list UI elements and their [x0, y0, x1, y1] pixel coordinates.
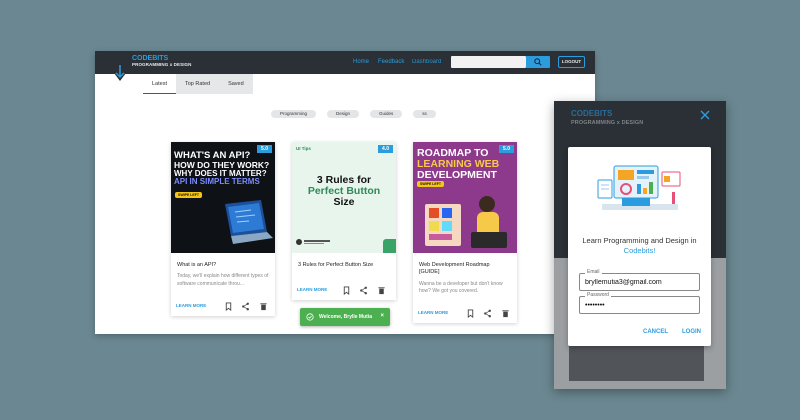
password-field: Password — [579, 292, 700, 314]
login-dialog: Learn Programming and Design in Codebits… — [568, 147, 711, 346]
dialog-heading-accent: Codebits! — [623, 246, 656, 256]
post-card[interactable]: 4.0 UI Tips 3 Rules for Perfect Button S… — [292, 142, 396, 300]
card-thumbnail[interactable]: 5.0 ROADMAP TO LEARNING WEB DEVELOPMENT … — [413, 142, 517, 253]
brand-subtitle: PROGRAMMING x DESIGN — [132, 62, 192, 67]
search-input[interactable] — [451, 56, 526, 68]
post-card[interactable]: 5.0 WHAT'S AN API? HOW DO THEY WORK? WHY… — [171, 142, 275, 316]
thumb-line: DEVELOPMENT — [417, 169, 497, 182]
search-button[interactable] — [526, 56, 550, 68]
card-description: Today, we'll explain how different types… — [177, 273, 269, 287]
author-avatar — [296, 239, 302, 245]
desktop-window: CODEBITS PROGRAMMING x DESIGN Home Feedb… — [95, 51, 595, 334]
share-icon[interactable] — [359, 286, 368, 295]
password-input[interactable] — [585, 300, 695, 311]
email-label: Email — [585, 269, 602, 275]
brand-title: CODEBITS — [132, 55, 169, 62]
rating-badge: 5.0 — [499, 145, 514, 153]
card-title[interactable]: Web Development Roadmap [GUIDE] — [413, 253, 517, 277]
top-navbar: CODEBITS PROGRAMMING x DESIGN Home Feedb… — [95, 51, 595, 74]
email-field: Email — [579, 269, 700, 291]
delete-icon[interactable] — [501, 309, 510, 318]
tab-top-rated[interactable]: Top Rated — [175, 74, 220, 94]
toast-close-icon[interactable]: × — [380, 313, 384, 319]
cancel-button[interactable]: CANCEL — [643, 329, 668, 335]
mobile-brand-subtitle: PROGRAMMING x DESIGN — [571, 120, 644, 126]
bookmark-icon[interactable] — [466, 309, 475, 318]
thumb-line: Size — [333, 196, 355, 209]
toast-message: Welcome, Brylle Mutia — [319, 314, 372, 320]
tab-saved[interactable]: Saved — [219, 74, 253, 94]
share-icon[interactable] — [483, 309, 492, 318]
login-button[interactable]: LOGIN — [682, 329, 701, 335]
learn-more-button[interactable]: LEARN MORE — [176, 303, 206, 308]
login-illustration — [597, 165, 681, 210]
close-icon[interactable] — [699, 109, 711, 121]
nav-feedback-link[interactable]: Feedback — [378, 59, 404, 65]
card-title[interactable]: 3 Rules for Perfect Button Size — [292, 253, 396, 269]
swipe-badge: SWIPE LEFT — [417, 181, 444, 187]
card-description: Wanna be a developer but don't know how?… — [419, 280, 503, 295]
tab-latest[interactable]: Latest — [143, 74, 176, 94]
welcome-toast: Welcome, Brylle Mutia × — [300, 308, 390, 326]
developer-illustration — [425, 196, 507, 248]
card-thumbnail[interactable]: 4.0 UI Tips 3 Rules for Perfect Button S… — [292, 142, 396, 253]
nav-dashboard-link[interactable]: Dashboard — [412, 59, 441, 65]
author-line — [304, 240, 330, 242]
dialog-heading: Learn Programming and Design in Codebits… — [568, 236, 711, 256]
mobile-window: CODEBITS PROGRAMMING x DESIGN Learn Prog… — [554, 101, 726, 389]
learn-more-button[interactable]: LEARN MORE — [418, 310, 448, 315]
card-title[interactable]: What is an API? — [171, 253, 275, 269]
search-icon — [534, 58, 542, 66]
post-card[interactable]: 5.0 ROADMAP TO LEARNING WEB DEVELOPMENT … — [413, 142, 517, 323]
delete-icon[interactable] — [259, 302, 268, 311]
brand[interactable]: CODEBITS PROGRAMMING x DESIGN — [132, 55, 192, 68]
thumb-tag: UI Tips — [296, 146, 311, 151]
mobile-brand-title: CODEBITS — [571, 109, 613, 118]
logout-button[interactable]: LOGOUT — [558, 56, 585, 68]
share-icon[interactable] — [241, 302, 250, 311]
email-input[interactable] — [585, 277, 695, 288]
card-actions: LEARN MORE — [171, 298, 275, 316]
tab-bar: Latest Top Rated Saved — [143, 74, 543, 94]
thumb-line: API IN SIMPLE TERMS — [174, 177, 260, 187]
cursor-icon — [383, 239, 396, 253]
password-label: Password — [585, 292, 611, 298]
chip-guides[interactable]: Guides — [370, 110, 403, 118]
bookmark-icon[interactable] — [342, 286, 351, 295]
chip-design[interactable]: Design — [327, 110, 360, 118]
delete-icon[interactable] — [377, 286, 386, 295]
bookmark-icon[interactable] — [224, 302, 233, 311]
dialog-heading-text: Learn Programming and Design in — [582, 236, 697, 245]
chip-programming[interactable]: Programming — [271, 110, 317, 118]
swipe-badge: SWIPE LEFT — [175, 192, 202, 198]
check-circle-icon — [306, 313, 314, 321]
card-thumbnail[interactable]: 5.0 WHAT'S AN API? HOW DO THEY WORK? WHY… — [171, 142, 275, 253]
laptop-illustration — [225, 200, 273, 244]
learn-more-button[interactable]: LEARN MORE — [297, 287, 327, 292]
logo-icon — [111, 61, 129, 81]
card-actions: LEARN MORE — [413, 305, 517, 323]
category-chips: Programming Design Guides ss — [271, 110, 436, 118]
author-line — [304, 243, 324, 244]
chip-ss[interactable]: ss — [413, 110, 436, 118]
rating-badge: 4.0 — [378, 145, 393, 153]
nav-home-link[interactable]: Home — [353, 59, 369, 65]
card-actions: LEARN MORE — [292, 282, 396, 300]
